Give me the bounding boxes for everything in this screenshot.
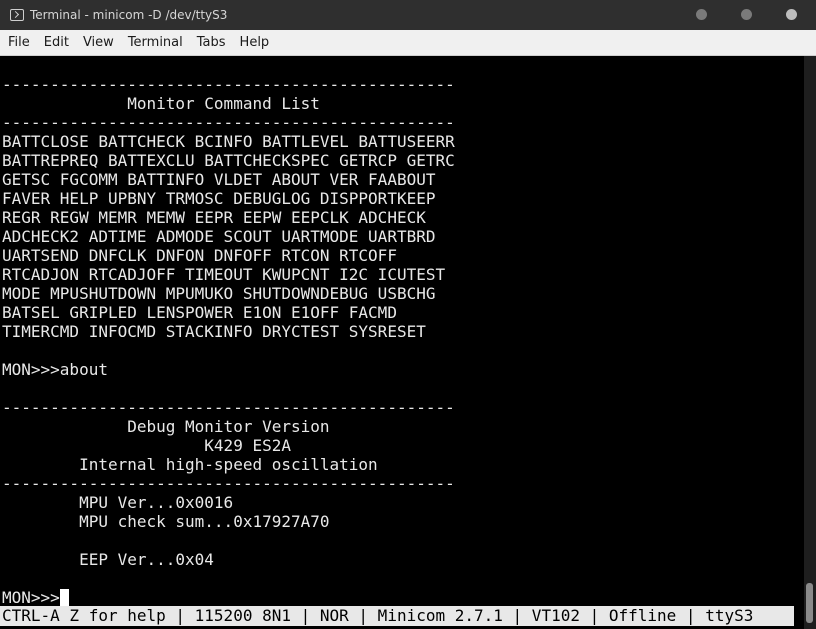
terminal-line: ADCHECK2 ADTIME ADMODE SCOUT UARTMODE UA…: [2, 227, 436, 246]
terminal-line: UARTSEND DNFCLK DNFON DNFOFF RTCON RTCOF…: [2, 246, 397, 265]
close-button[interactable]: [786, 9, 797, 20]
prompt-line[interactable]: MON>>>: [2, 588, 69, 607]
menu-view[interactable]: View: [76, 30, 121, 56]
terminal-line: BATTCLOSE BATTCHECK BCINFO BATTLEVEL BAT…: [2, 132, 455, 151]
terminal-line: Internal high-speed oscillation: [2, 455, 378, 474]
terminal-line: GETSC FGCOMM BATTINFO VLDET ABOUT VER FA…: [2, 170, 436, 189]
terminal-window: Terminal - minicom -D /dev/ttyS3 File Ed…: [0, 0, 816, 629]
terminal-line: K429 ES2A: [2, 436, 291, 455]
terminal-line: MODE MPUSHUTDOWN MPUMUKO SHUTDOWNDEBUG U…: [2, 284, 436, 303]
terminal-line: Debug Monitor Version: [2, 417, 330, 436]
terminal-line: Monitor Command List: [2, 94, 320, 113]
terminal-line: MPU check sum...0x17927A70: [2, 512, 330, 531]
terminal-app-icon: [10, 9, 24, 21]
terminal-line: ----------------------------------------…: [2, 474, 455, 493]
text-cursor: [59, 589, 69, 606]
menu-file[interactable]: File: [1, 30, 37, 56]
prompt-text: MON>>>: [2, 588, 60, 607]
terminal-line: ----------------------------------------…: [2, 398, 455, 417]
minicom-status-bar: CTRL-A Z for help | 115200 8N1 | NOR | M…: [0, 606, 794, 626]
minimize-button[interactable]: [696, 9, 707, 20]
terminal-line: EEP Ver...0x04: [2, 550, 214, 569]
vertical-scrollbar[interactable]: [804, 56, 816, 629]
maximize-button[interactable]: [741, 9, 752, 20]
terminal-line: BATTREPREQ BATTEXCLU BATTCHECKSPEC GETRC…: [2, 151, 455, 170]
window-title: Terminal - minicom -D /dev/ttyS3: [30, 8, 228, 22]
terminal-line: TIMERCMD INFOCMD STACKINFO DRYCTEST SYSR…: [2, 322, 426, 341]
terminal-line: REGR REGW MEMR MEMW EEPR EEPW EEPCLK ADC…: [2, 208, 426, 227]
menu-tabs[interactable]: Tabs: [190, 30, 233, 56]
menu-terminal[interactable]: Terminal: [121, 30, 190, 56]
scrollbar-thumb[interactable]: [806, 583, 813, 623]
menu-help[interactable]: Help: [233, 30, 277, 56]
terminal-line: MON>>>about: [2, 360, 108, 379]
terminal-line: FAVER HELP UPBNY TRMOSC DEBUGLOG DISPPOR…: [2, 189, 436, 208]
terminal-line: ----------------------------------------…: [2, 75, 455, 94]
terminal-line: BATSEL GRIPLED LENSPOWER E1ON E1OFF FACM…: [2, 303, 397, 322]
menu-edit[interactable]: Edit: [37, 30, 76, 56]
terminal-line: MPU Ver...0x0016: [2, 493, 234, 512]
menu-bar: File Edit View Terminal Tabs Help: [0, 30, 816, 56]
terminal-output[interactable]: ----------------------------------------…: [0, 56, 804, 629]
terminal-line: RTCADJON RTCADJOFF TIMEOUT KWUPCNT I2C I…: [2, 265, 446, 284]
title-bar[interactable]: Terminal - minicom -D /dev/ttyS3: [0, 0, 816, 30]
terminal-line: ----------------------------------------…: [2, 113, 455, 132]
